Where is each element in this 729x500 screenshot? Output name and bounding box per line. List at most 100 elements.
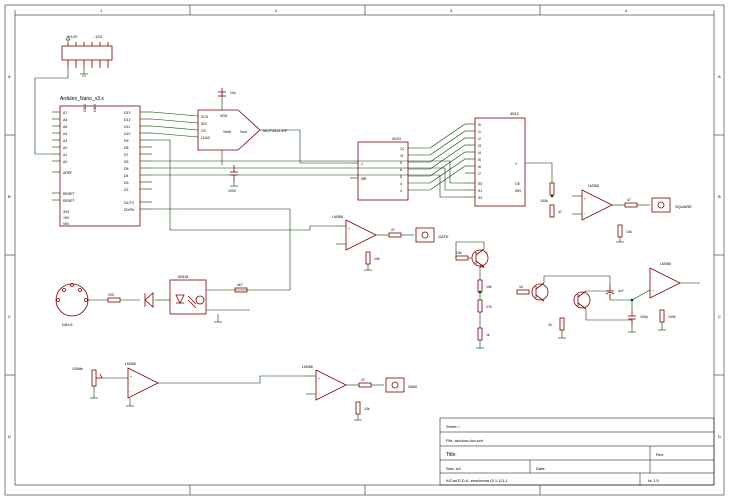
frame-outer — [5, 5, 724, 495]
ic-4512: 4512 I0I1I2I3I4I5I6I7 S0S1S2 YOEINH — [465, 111, 545, 206]
svg-text:Vref#: Vref# — [223, 130, 231, 134]
svg-text:MR: MR — [361, 177, 367, 181]
svg-text:A5: A5 — [63, 125, 67, 129]
svg-text:LM358: LM358 — [588, 184, 599, 188]
svg-text:LM358: LM358 — [125, 362, 136, 366]
svg-text:VIN: VIN — [63, 222, 69, 226]
svg-text:27k: 27k — [486, 305, 492, 309]
svg-text:D7: D7 — [124, 153, 129, 157]
svg-text:AREF: AREF — [63, 171, 72, 175]
svg-text:10u: 10u — [230, 91, 236, 95]
svg-text:1k: 1k — [519, 285, 523, 289]
svg-text:S0: S0 — [478, 182, 482, 186]
svg-text:47: 47 — [391, 228, 395, 232]
svg-text:A6: A6 — [63, 118, 67, 122]
svg-text:12: 12 — [400, 147, 404, 151]
svg-text:A2: A2 — [63, 146, 67, 150]
svg-text:3: 3 — [450, 8, 453, 13]
svg-text:100p: 100p — [640, 315, 648, 319]
svg-text:5: 5 — [400, 175, 402, 179]
svg-text:A: A — [8, 74, 11, 79]
svg-text:Arduino_Nano_v3.x: Arduino_Nano_v3.x — [60, 96, 104, 102]
svg-text:B: B — [8, 194, 11, 199]
midi-in: DIN-5 200 6N138 4k7 — [56, 275, 250, 327]
svg-text:-: - — [652, 275, 654, 279]
svg-text:Rev:: Rev: — [656, 452, 664, 457]
svg-text:-12V: -12V — [94, 34, 103, 39]
svg-text:I0: I0 — [478, 123, 481, 127]
svg-text:OE: OE — [515, 182, 521, 186]
svg-text:100k: 100k — [540, 199, 548, 203]
svg-text:4k7: 4k7 — [237, 283, 243, 287]
svg-text:I2: I2 — [478, 137, 481, 141]
frame-inner — [15, 15, 714, 485]
svg-text:47: 47 — [558, 210, 562, 214]
svg-text:Date:: Date: — [536, 466, 546, 471]
svg-text:D2: D2 — [124, 188, 129, 192]
svg-text:D: D — [718, 434, 721, 439]
svg-text:4: 4 — [400, 182, 402, 186]
svg-text:VDD: VDD — [220, 114, 228, 118]
svg-text:11: 11 — [400, 154, 404, 158]
op-square: LM358 +- 47 SQUARE 100k 47 10k — [540, 183, 692, 242]
svg-text:I7: I7 — [478, 172, 481, 176]
wires — [35, 68, 650, 383]
svg-text:200: 200 — [108, 293, 114, 297]
svg-text:A1: A1 — [63, 153, 67, 157]
svg-text:I5: I5 — [478, 158, 481, 162]
svg-text:D13: D13 — [124, 111, 130, 115]
svg-text:D5: D5 — [124, 167, 129, 171]
svg-text:C: C — [8, 314, 11, 319]
svg-text:-: - — [348, 241, 350, 245]
svg-text:A0: A0 — [63, 160, 67, 164]
schematic: 1234 ABCD ABCD +12V -12V Arduino_Nano_v3… — [0, 0, 729, 500]
svg-text:10k: 10k — [364, 407, 370, 411]
svg-text:SDI: SDI — [201, 122, 207, 126]
svg-text:D4: D4 — [124, 174, 129, 178]
svg-text:D12: D12 — [124, 118, 130, 122]
svg-text:Size: A4: Size: A4 — [446, 466, 461, 471]
svg-text:DIN-5: DIN-5 — [62, 322, 73, 327]
svg-text:10k: 10k — [486, 285, 492, 289]
op-pot: 100klin LM358 +- — [72, 362, 175, 406]
svg-text:A: A — [718, 74, 721, 79]
svg-text:I6: I6 — [478, 165, 481, 169]
svg-text:47: 47 — [361, 378, 365, 382]
svg-text:C: C — [718, 314, 721, 319]
svg-text:3V3: 3V3 — [63, 210, 69, 214]
svg-text:I3: I3 — [478, 144, 481, 148]
svg-text:D8: D8 — [124, 146, 129, 150]
svg-text:B: B — [718, 194, 721, 199]
svg-text:4512: 4512 — [510, 111, 520, 116]
op-gate: LM358 +- 47 GATE 10k — [332, 215, 449, 270]
svg-text:Title:: Title: — [446, 452, 457, 458]
svg-text:100klin: 100klin — [72, 367, 83, 371]
svg-text:D11: D11 — [124, 125, 130, 129]
svg-text:+: + — [348, 227, 350, 231]
svg-text:LM358: LM358 — [332, 215, 343, 219]
svg-text:LM358: LM358 — [660, 262, 671, 266]
svg-text:GATE: GATE — [438, 234, 449, 239]
svg-text:GND: GND — [83, 104, 87, 112]
svg-text:S2: S2 — [478, 196, 482, 200]
svg-text:4: 4 — [625, 8, 628, 13]
svg-text:4024: 4024 — [392, 136, 402, 141]
svg-text:SCK: SCK — [201, 115, 209, 119]
svg-text:100n: 100n — [228, 189, 236, 193]
integrator: 10k 10k 27k 1k 1k 1k 4u7 100p 100k LM358… — [456, 249, 700, 348]
svg-text:A4: A4 — [63, 132, 67, 136]
svg-text:+5V: +5V — [63, 216, 70, 220]
svg-text:D6: D6 — [124, 160, 129, 164]
svg-text:3: 3 — [400, 189, 402, 193]
svg-text:+12V: +12V — [68, 34, 78, 39]
svg-text:100k: 100k — [668, 315, 676, 319]
svg-text:10k: 10k — [456, 251, 462, 255]
svg-text:KiCad E.D.A. eeschema (5.1.12): KiCad E.D.A. eeschema (5.1.12)-1 — [446, 478, 508, 483]
arduino-nano: Arduino_Nano_v3.x A7A6A5A4A3A2A1A0AREFRE… — [52, 96, 152, 226]
svg-text:D10: D10 — [124, 132, 130, 136]
svg-text:RESET: RESET — [63, 192, 76, 196]
svg-text:D9: D9 — [124, 139, 129, 143]
svg-text:LDAC: LDAC — [201, 136, 211, 140]
svg-text:MCP4921-EP: MCP4921-EP — [263, 128, 288, 133]
svg-text:Vout: Vout — [240, 130, 247, 134]
